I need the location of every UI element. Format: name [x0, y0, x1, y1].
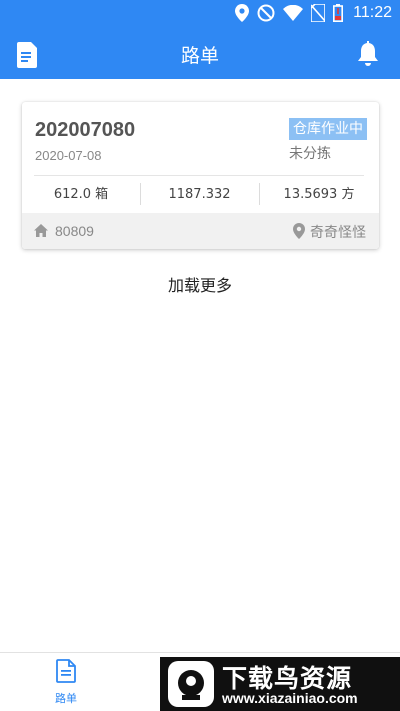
order-number: 202007080 — [35, 119, 136, 141]
order-metrics: 612.0 箱 1187.332 13.5693 方 — [22, 181, 379, 209]
watermark-url: www.xiazainiao.com — [222, 690, 358, 706]
clock: 11:22 — [353, 4, 392, 21]
home-icon — [34, 224, 48, 237]
metric-boxes: 612.0 箱 — [53, 187, 109, 202]
bell-icon[interactable] — [356, 41, 380, 67]
status-icons: 11:22 — [235, 4, 392, 22]
location-name: 奇奇怪怪 — [310, 225, 366, 241]
order-date: 2020-07-08 — [35, 148, 102, 163]
sort-status: 未分拣 — [289, 146, 331, 162]
location-pin-icon — [293, 223, 305, 239]
app-bar: 路单 — [0, 29, 400, 79]
status-bar: 11:22 — [0, 0, 400, 29]
metric-weight: 1187.332 — [168, 187, 231, 202]
metric-volume: 13.5693 方 — [283, 187, 355, 202]
watermark: 下载鸟资源 www.xiazainiao.com — [160, 657, 400, 711]
page-title: 路单 — [180, 45, 219, 67]
no-sim-icon — [311, 4, 326, 22]
warehouse-code: 80809 — [55, 223, 94, 239]
order-card[interactable]: 202007080 2020-07-08 仓库作业中 未分拣 612.0 箱 1… — [22, 102, 379, 249]
tab-route-sheet[interactable]: 路单 — [40, 659, 92, 706]
divider — [34, 175, 364, 176]
document-icon — [56, 659, 76, 683]
card-footer: 80809 奇奇怪怪 — [22, 213, 379, 249]
status-badge: 仓库作业中 — [289, 118, 367, 140]
load-more-button[interactable]: 加载更多 — [0, 272, 400, 296]
wifi-icon — [283, 5, 304, 21]
do-not-disturb-icon — [257, 4, 275, 22]
location-icon — [235, 4, 250, 22]
tab-label: 路单 — [55, 692, 77, 705]
battery-low-icon — [333, 4, 344, 22]
watermark-logo-icon — [168, 661, 214, 707]
